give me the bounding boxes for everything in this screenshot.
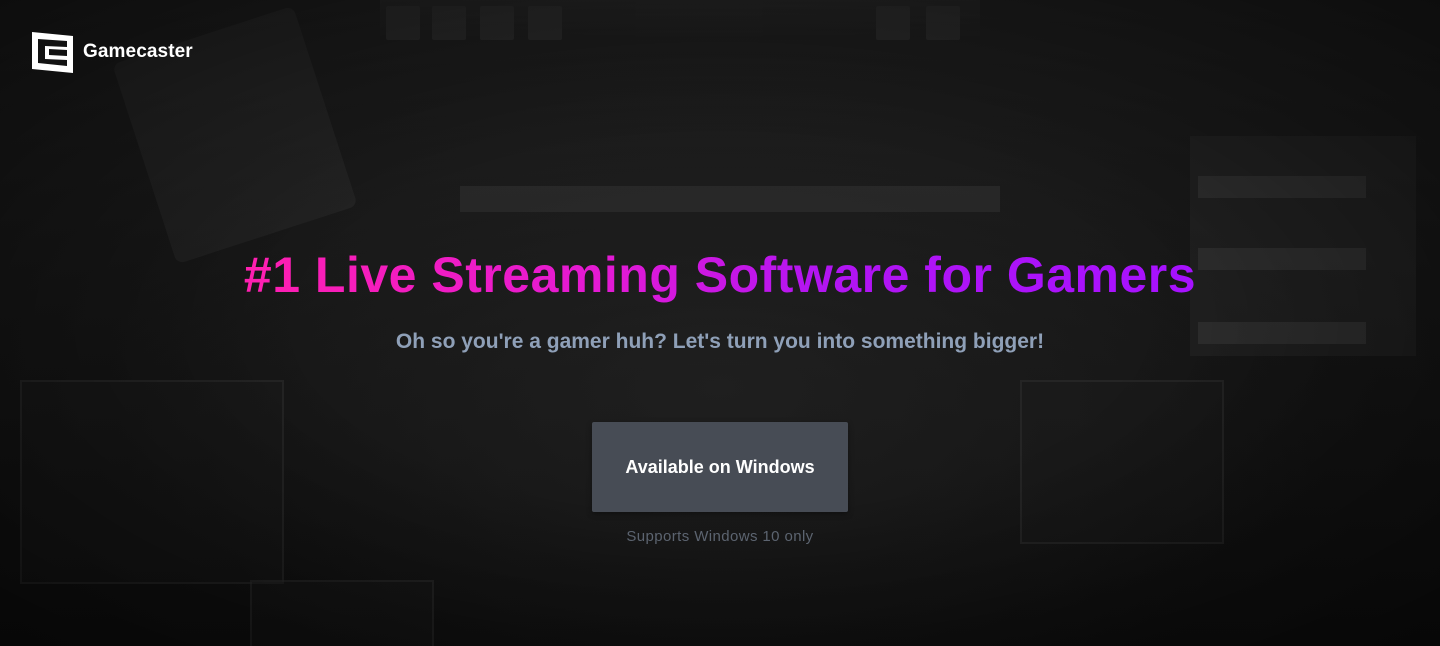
landing-page: Gamecaster #1 Live Streaming Software fo… [0,0,1440,646]
hero-subheadline: Oh so you're a gamer huh? Let's turn you… [395,330,1045,353]
windows-support-note: Supports Windows 10 only [626,528,814,545]
hero-headline-text: #1 Live Streaming Software for Gamers [243,247,1197,303]
hero-headline: #1 Live Streaming Software for Gamers [0,240,1440,310]
download-windows-button[interactable]: Available on Windows [592,422,848,512]
hero-section: #1 Live Streaming Software for Gamers Oh… [0,0,1440,646]
